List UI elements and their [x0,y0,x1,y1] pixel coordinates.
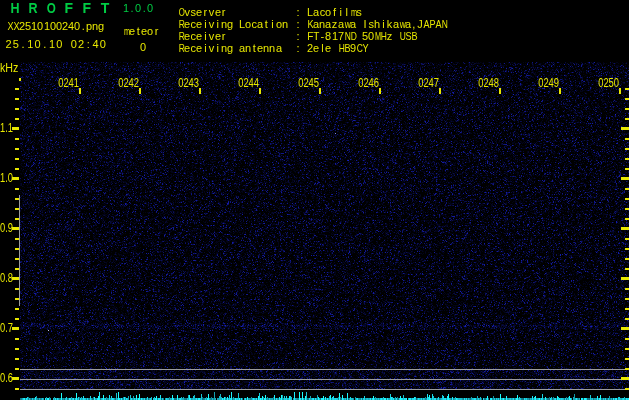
freq-tick-label: 0.6 [0,373,13,383]
info-label: Receiving Location [178,19,288,30]
freq-tick-label: 0.8 [0,273,13,283]
app-version: 1.0.0 [123,3,153,14]
freq-tick-label: 0.9 [0,223,13,233]
info-value: : FT-817ND 50MHz USB [295,31,417,42]
app-title: H R O F F T [10,2,110,15]
info-value: : Lacofilms [295,7,362,18]
datetime-label: 25.10.10 02:40 [5,39,107,50]
time-tick-label: 0243 [176,78,199,88]
info-value: : 2ele HB9CY [295,43,368,54]
freq-tick-label: 0.7 [0,323,13,333]
time-tick-label: 0246 [356,78,379,88]
time-tick-label: 0245 [296,78,319,88]
meteor-counter-label: meteor [123,26,160,37]
time-tick-label: 0242 [116,78,139,88]
time-tick-label: 0249 [536,78,559,88]
time-tick-label: 0241 [56,78,79,88]
meteor-count-value: 0 [140,42,146,53]
time-tick-label: 0244 [236,78,259,88]
filename-label: XX2510100240.png [7,21,105,32]
frequency-axis-unit: kHz [0,61,18,74]
info-value: : Kanazawa Ishikawa,JAPAN [295,19,447,30]
freq-tick-label: 1.0 [0,173,13,183]
time-tick-label: 0250 [596,78,619,88]
time-tick-label: 0248 [476,78,499,88]
time-tick-label: 0247 [416,78,439,88]
freq-tick-label: 1.1 [0,123,13,133]
spectrogram-canvas [0,0,629,400]
info-label: Ovserver [178,7,227,18]
hrofft-app: H R O F F T 1.0.0 XX2510100240.png meteo… [0,0,629,400]
info-label: Receiver [178,31,227,42]
info-label: Receiving antenna [178,43,282,54]
